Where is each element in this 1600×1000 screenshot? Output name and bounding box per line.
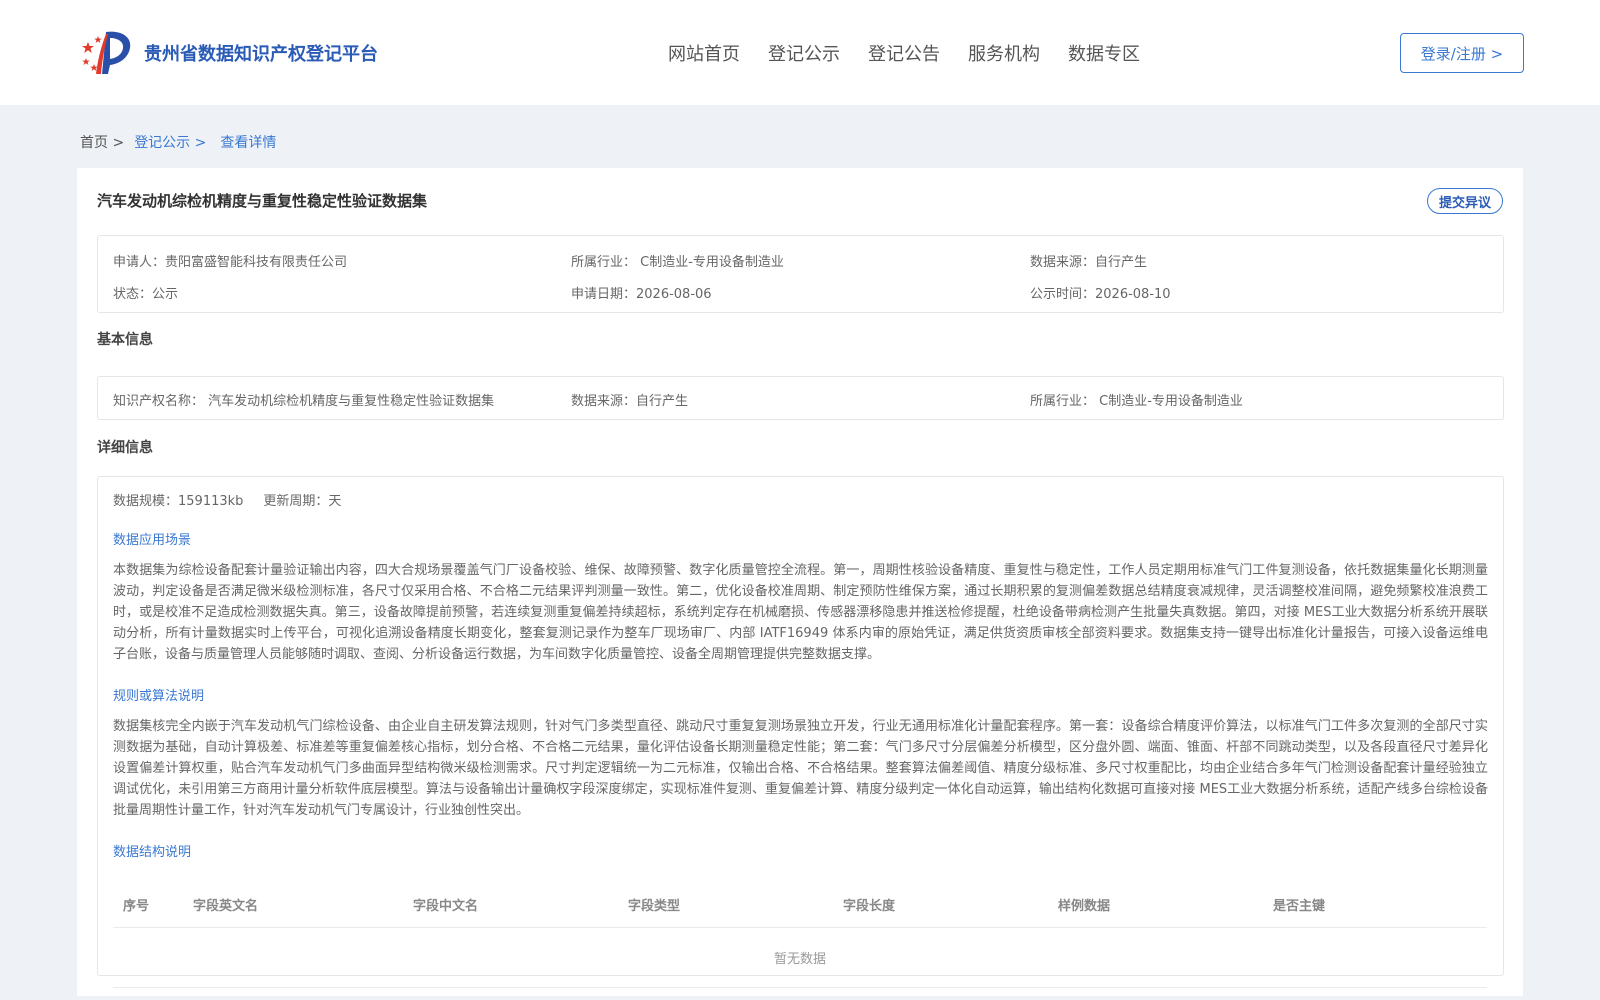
algorithm-heading: 规则或算法说明 bbox=[113, 689, 205, 704]
data-source: 数据来源：自行产生 bbox=[1030, 255, 1148, 270]
table-header: 序号 字段英文名 字段中文名 字段类型 字段长度 样例数据 是否主键 bbox=[113, 882, 1487, 928]
th-field-length: 字段长度 bbox=[843, 899, 896, 914]
main-nav: 网站首页 登记公示 登记公告 服务机构 数据专区 bbox=[668, 40, 1168, 66]
site-logo[interactable]: 贵州省数据知识产权登记平台 bbox=[80, 28, 378, 78]
login-register-button[interactable]: 登录/注册 > bbox=[1400, 33, 1524, 73]
site-title: 贵州省数据知识产权登记平台 bbox=[144, 44, 378, 65]
field-table: 序号 字段英文名 字段中文名 字段类型 字段长度 样例数据 是否主键 暂无数据 bbox=[113, 882, 1487, 988]
algorithm-text: 数据集核完全内嵌于汽车发动机气门综检设备、由企业自主研发算法规则，针对气门多类型… bbox=[113, 719, 1488, 818]
basic-industry: 所属行业： C制造业-专用设备制造业 bbox=[1030, 394, 1243, 409]
logo-icon bbox=[80, 28, 138, 78]
detail-panel: 汽车发动机综检机精度与重复性稳定性验证数据集 提交异议 申请人：贵阳富盛智能科技… bbox=[77, 168, 1523, 996]
summary-box: 申请人：贵阳富盛智能科技有限责任公司 所属行业： C制造业-专用设备制造业 数据… bbox=[97, 235, 1504, 313]
structure-heading: 数据结构说明 bbox=[113, 845, 192, 860]
scenario-text: 本数据集为综检设备配套计量验证输出内容，四大合规场景覆盖气门厂设备校验、维保、故… bbox=[113, 563, 1488, 662]
site-header: 贵州省数据知识产权登记平台 网站首页 登记公示 登记公告 服务机构 数据专区 登… bbox=[0, 0, 1600, 105]
nav-service-agencies[interactable]: 服务机构 bbox=[968, 40, 1040, 66]
record-title: 汽车发动机综检机精度与重复性稳定性验证数据集 bbox=[97, 192, 428, 210]
basic-info-box: 知识产权名称： 汽车发动机综检机精度与重复性稳定性验证数据集 数据来源：自行产生… bbox=[97, 376, 1504, 420]
apply-date: 申请日期：2026-08-06 bbox=[571, 287, 712, 302]
nav-home[interactable]: 网站首页 bbox=[668, 40, 740, 66]
publish-date: 公示时间：2026-08-10 bbox=[1030, 287, 1171, 302]
data-scale: 数据规模：159113kb bbox=[113, 494, 244, 509]
detail-info-heading: 详细信息 bbox=[97, 440, 153, 456]
submit-objection-button[interactable]: 提交异议 bbox=[1427, 188, 1503, 214]
nav-data-zone[interactable]: 数据专区 bbox=[1068, 40, 1140, 66]
th-index: 序号 bbox=[123, 899, 150, 914]
th-field-type: 字段类型 bbox=[628, 899, 681, 914]
applicant: 申请人：贵阳富盛智能科技有限责任公司 bbox=[113, 255, 348, 270]
ip-name: 知识产权名称： 汽车发动机综检机精度与重复性稳定性验证数据集 bbox=[113, 394, 495, 409]
detail-info-box: 数据规模：159113kb 更新周期：天 数据应用场景 本数据集为综检设备配套计量… bbox=[97, 476, 1504, 988]
breadcrumb-home[interactable]: 首页 > bbox=[80, 132, 124, 152]
breadcrumb-current: 查看详情 bbox=[220, 135, 277, 151]
basic-info-heading: 基本信息 bbox=[97, 332, 153, 348]
basic-data-source: 数据来源：自行产生 bbox=[571, 394, 689, 409]
th-primary-key: 是否主键 bbox=[1273, 899, 1326, 914]
breadcrumb-publicity[interactable]: 登记公示 > bbox=[134, 132, 206, 152]
th-chinese-name: 字段中文名 bbox=[413, 899, 479, 914]
scenario-heading: 数据应用场景 bbox=[113, 533, 192, 548]
table-empty-state: 暂无数据 bbox=[113, 928, 1487, 988]
status: 状态：公示 bbox=[113, 287, 179, 302]
th-english-name: 字段英文名 bbox=[193, 899, 259, 914]
breadcrumb: 首页 > 登记公示 > 查看详情 bbox=[80, 132, 290, 152]
update-cycle: 更新周期：天 bbox=[263, 494, 342, 509]
nav-registration-publicity[interactable]: 登记公示 bbox=[768, 40, 840, 66]
industry: 所属行业： C制造业-专用设备制造业 bbox=[571, 255, 784, 270]
nav-registration-announcement[interactable]: 登记公告 bbox=[868, 40, 940, 66]
th-sample-data: 样例数据 bbox=[1058, 899, 1111, 914]
scale-line: 数据规模：159113kb 更新周期：天 bbox=[113, 490, 1488, 509]
